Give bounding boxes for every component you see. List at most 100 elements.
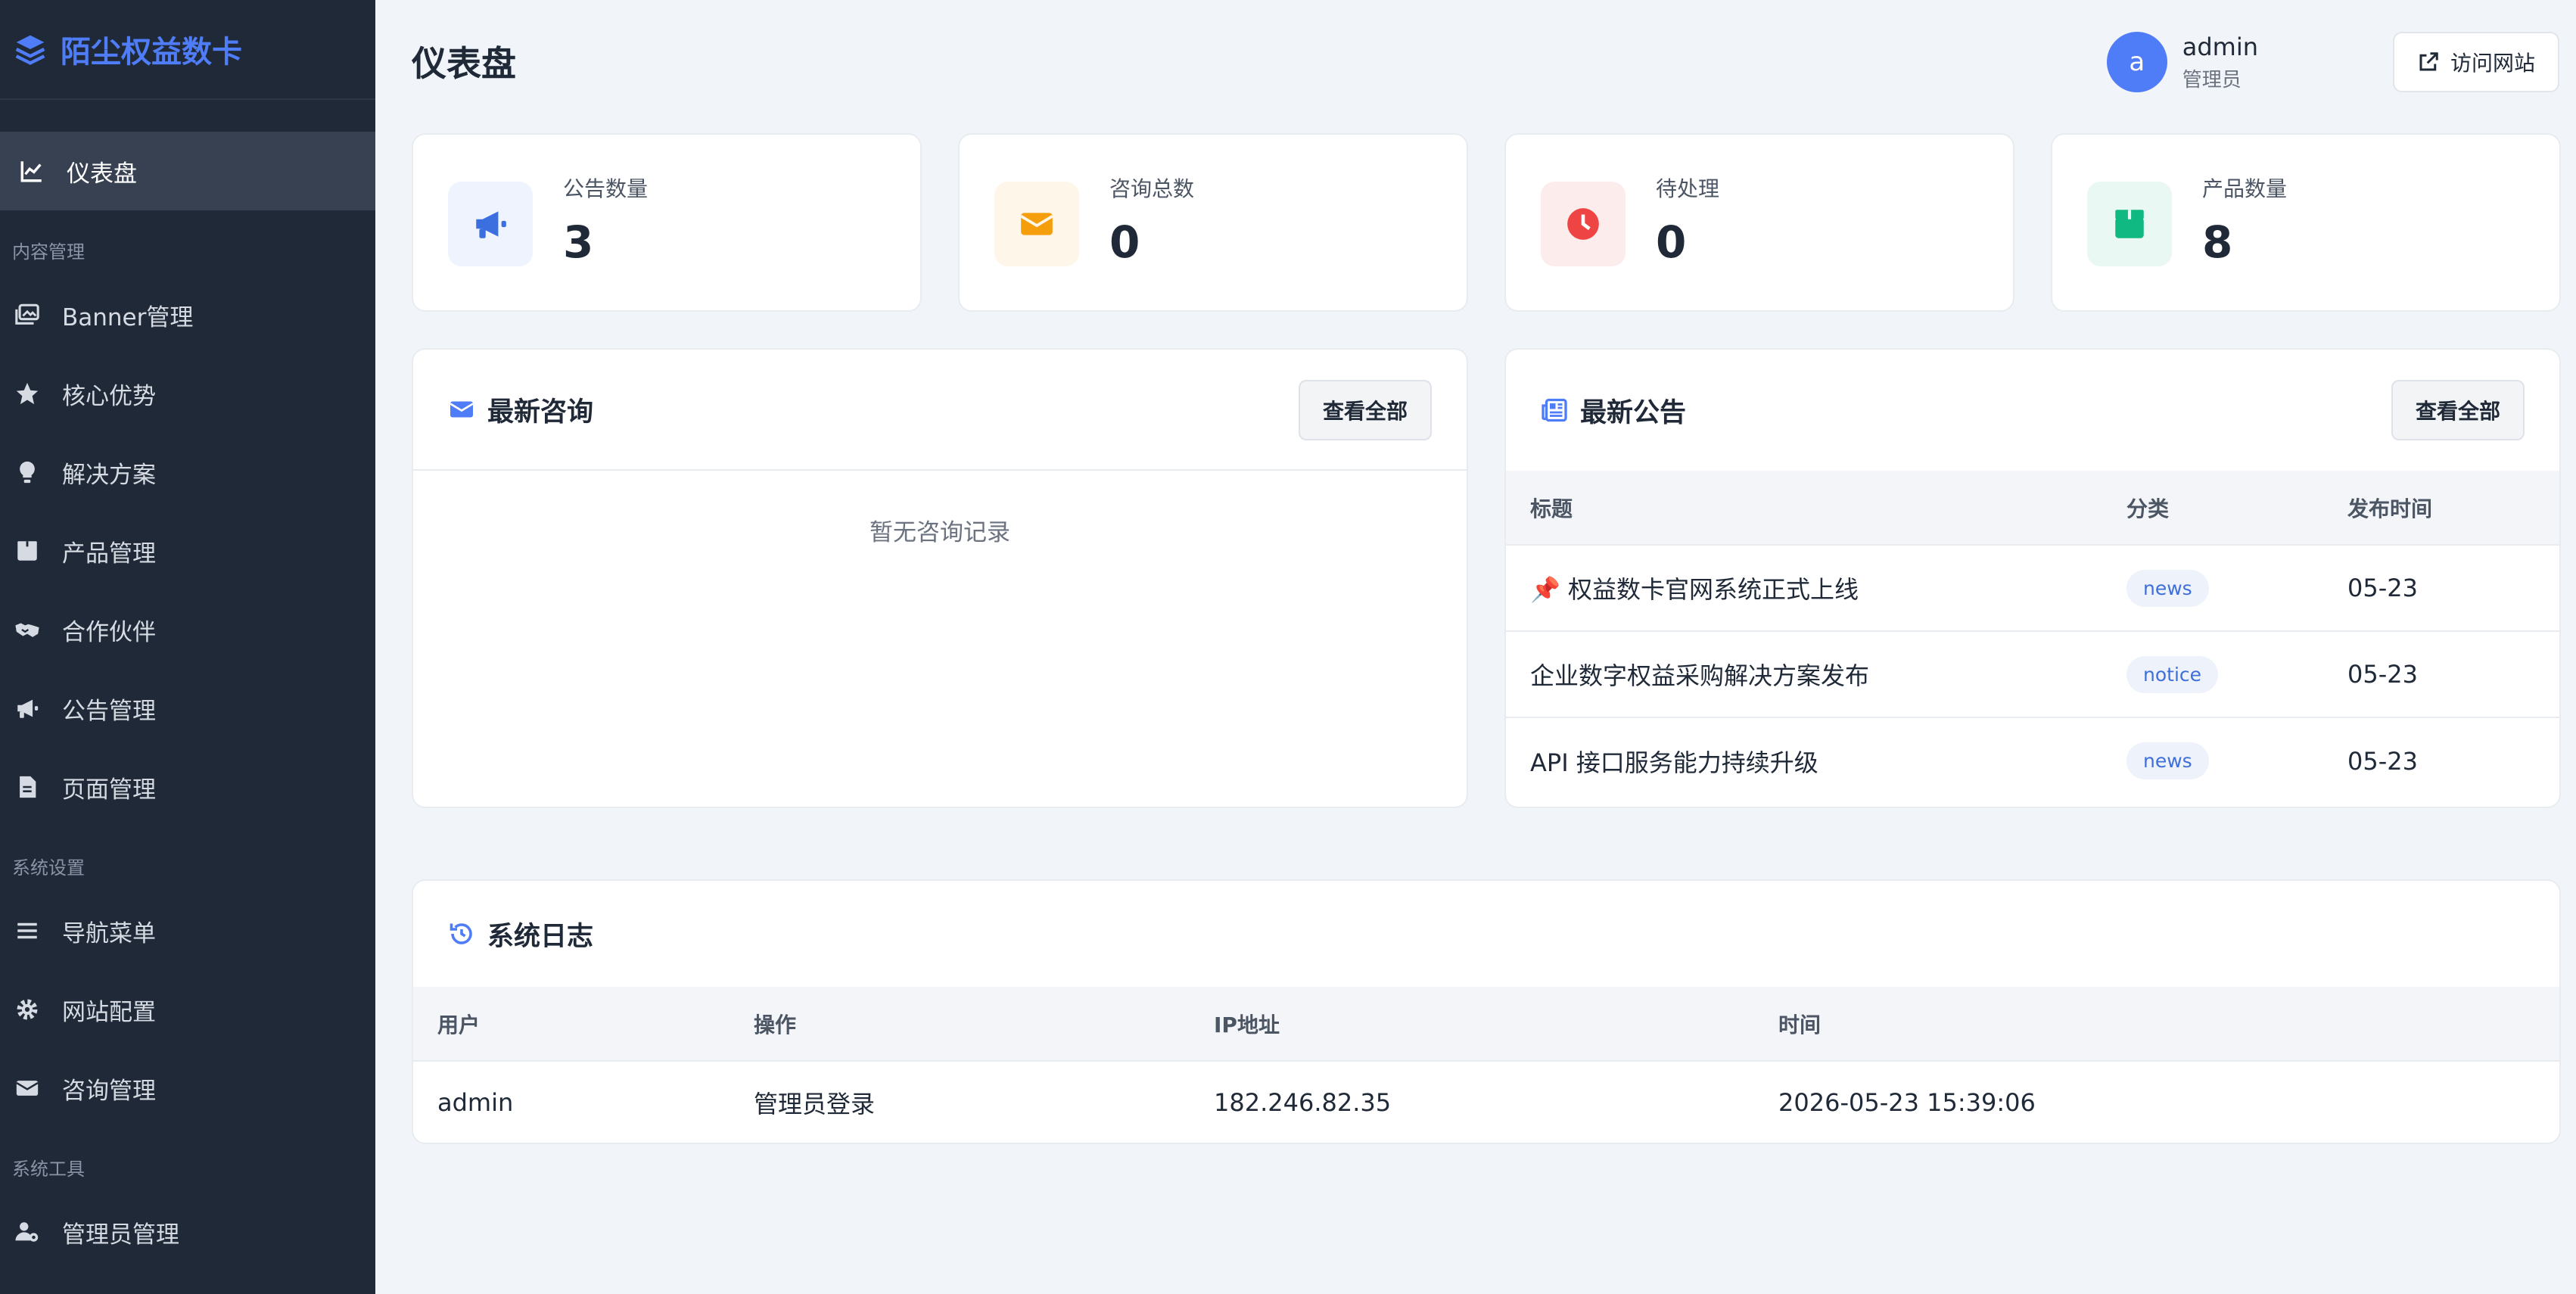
latest-inquiries-panel: 最新咨询 查看全部 暂无咨询记录: [412, 348, 1468, 808]
brand[interactable]: 陌尘权益数卡: [0, 0, 375, 100]
stat-card-announcements: 公告数量 3: [412, 133, 922, 312]
sidebar-item-partners[interactable]: 合作伙伴: [0, 590, 375, 669]
column-header: 时间: [1778, 1012, 1822, 1037]
sidebar-item-label: 核心优势: [62, 382, 156, 410]
sidebar-item-nav-menu[interactable]: 导航菜单: [0, 891, 375, 970]
sidebar-item-admins[interactable]: 管理员管理: [0, 1193, 375, 1271]
sidebar: 陌尘权益数卡 仪表盘 内容管理 Banner管理 核心优势 解决方案 产品管理 …: [0, 0, 375, 1294]
panel-title: 最新咨询: [487, 397, 594, 428]
sidebar-item-solutions[interactable]: 解决方案: [0, 433, 375, 512]
announcement-title[interactable]: 权益数卡官网系统正式上线: [1568, 575, 1859, 604]
panel-header: 系统日志: [413, 881, 2559, 987]
file-icon: [14, 773, 41, 801]
user-menu[interactable]: a admin 管理员: [2106, 32, 2258, 92]
users-gear-icon: [14, 1218, 41, 1246]
system-log-panel: 系统日志 用户 操作 IP地址 时间 admin 管理员登录 182.246.8…: [412, 879, 2561, 1144]
stat-label: 咨询总数: [1109, 176, 1195, 201]
external-link-icon: [2419, 52, 2438, 71]
sidebar-item-label: 咨询管理: [62, 1077, 156, 1105]
log-ip: 182.246.82.35: [1214, 1060, 1778, 1143]
sidebar-item-label: 导航菜单: [62, 919, 156, 947]
date-cell: 05-23: [2347, 544, 2559, 631]
box-icon: [14, 537, 41, 565]
stat-label: 产品数量: [2202, 176, 2288, 201]
table-row[interactable]: API 接口服务能力持续升级 news 05-23: [1506, 717, 2559, 804]
announcement-title[interactable]: API 接口服务能力持续升级: [1530, 748, 1818, 777]
visit-site-label: 访问网站: [2450, 51, 2535, 76]
history-icon: [450, 923, 472, 944]
column-header: 操作: [754, 1012, 797, 1037]
main-content: 仪表盘 a admin 管理员 访问网站 公告数量 3 咨询总数 0 待处理 0: [375, 0, 2576, 1294]
sidebar-item-label: 网站配置: [62, 998, 156, 1026]
sidebar-item-label: 页面管理: [62, 776, 156, 804]
sidebar-item-banner[interactable]: Banner管理: [0, 275, 375, 354]
log-time: 2026-05-23 15:39:06: [1778, 1060, 2559, 1143]
sidebar-item-label: 仪表盘: [67, 160, 137, 188]
date-cell: 05-23: [2347, 630, 2559, 717]
category-badge: news: [2126, 569, 2209, 607]
view-all-announcements-button[interactable]: 查看全部: [2391, 380, 2525, 440]
sidebar-item-inquiries[interactable]: 咨询管理: [0, 1049, 375, 1128]
panel-title: 系统日志: [487, 921, 594, 952]
category-badge: notice: [2126, 655, 2219, 693]
column-header: 标题: [1530, 496, 1573, 521]
star-icon: [14, 380, 41, 407]
panel-title: 最新公告: [1580, 397, 1687, 428]
view-all-inquiries-button[interactable]: 查看全部: [1299, 380, 1432, 440]
stat-value: 8: [2202, 216, 2233, 268]
stat-card-products: 产品数量 8: [2051, 133, 2561, 312]
sidebar-item-label: 公告管理: [62, 697, 156, 725]
category-badge: news: [2126, 742, 2209, 779]
stat-card-inquiries: 咨询总数 0: [958, 133, 1468, 312]
stat-icon-box: [1541, 182, 1626, 266]
sidebar-item-advantages[interactable]: 核心优势: [0, 354, 375, 433]
gear-icon: [14, 996, 41, 1023]
brand-name: 陌尘权益数卡: [61, 35, 242, 70]
nav-group-title: 系统设置: [12, 857, 85, 879]
pin-icon: 📌: [1530, 575, 1560, 604]
sidebar-item-label: Banner管理: [62, 303, 194, 331]
category-cell: notice: [2126, 630, 2347, 717]
announcement-title-cell: 企业数字权益采购解决方案发布: [1506, 630, 2126, 717]
stat-card-pending: 待处理 0: [1504, 133, 2014, 312]
sidebar-item-dashboard[interactable]: 仪表盘: [0, 132, 375, 210]
panel-header: 最新公告 查看全部: [1506, 350, 2559, 471]
announcement-title-cell: 📌 权益数卡官网系统正式上线: [1506, 544, 2126, 631]
sidebar-item-announcements[interactable]: 公告管理: [0, 669, 375, 748]
panel-header: 最新咨询 查看全部: [413, 350, 1467, 471]
bullhorn-icon: [476, 211, 506, 238]
visit-site-button[interactable]: 访问网站: [2393, 32, 2559, 92]
stat-value: 0: [1656, 216, 1687, 268]
stat-icon-box: [2087, 182, 2172, 266]
layers-icon: [15, 35, 45, 65]
date-cell: 05-23: [2347, 717, 2559, 804]
system-log-table: 用户 操作 IP地址 时间 admin 管理员登录 182.246.82.35 …: [413, 987, 2559, 1143]
sidebar-item-products[interactable]: 产品管理: [0, 512, 375, 590]
sidebar-item-label: 管理员管理: [62, 1221, 179, 1249]
stat-value: 3: [563, 216, 594, 268]
box-icon: [2115, 210, 2144, 238]
table-header-row: 标题 分类 发布时间: [1506, 471, 2559, 545]
table-row[interactable]: 📌 权益数卡官网系统正式上线 news 05-23: [1506, 544, 2559, 631]
empty-state: 暂无咨询记录: [870, 519, 1010, 546]
log-user: admin: [413, 1060, 754, 1143]
stat-label: 公告数量: [563, 176, 649, 201]
nav-group-title: 系统工具: [12, 1159, 85, 1180]
newspaper-icon: [1542, 398, 1567, 422]
user-role: 管理员: [2182, 68, 2242, 92]
stat-icon-box: [994, 182, 1079, 266]
user-name: admin: [2182, 32, 2258, 61]
handshake-icon: [14, 616, 41, 643]
table-row[interactable]: 企业数字权益采购解决方案发布 notice 05-23: [1506, 630, 2559, 717]
lightbulb-icon: [14, 459, 41, 486]
stat-icon-box: [448, 182, 533, 266]
column-header: IP地址: [1214, 1012, 1280, 1037]
avatar: a: [2106, 32, 2167, 92]
sidebar-item-pages[interactable]: 页面管理: [0, 748, 375, 826]
sidebar-item-site-config[interactable]: 网站配置: [0, 970, 375, 1049]
announcement-title[interactable]: 企业数字权益采购解决方案发布: [1530, 661, 1869, 690]
page-title: 仪表盘: [412, 43, 516, 84]
category-cell: news: [2126, 717, 2347, 804]
column-header: 分类: [2126, 496, 2170, 521]
nav-group-title: 内容管理: [12, 241, 85, 263]
